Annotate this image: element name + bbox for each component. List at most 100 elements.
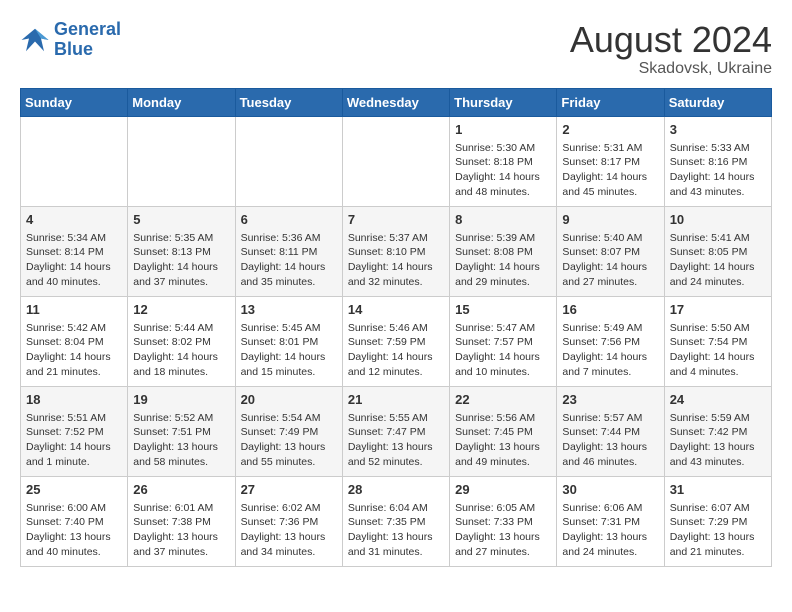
day-info: Sunrise: 5:34 AM Sunset: 8:14 PM Dayligh…	[26, 231, 122, 290]
day-number: 2	[562, 121, 658, 139]
day-number: 8	[455, 211, 551, 229]
day-number: 15	[455, 301, 551, 319]
day-cell: 4Sunrise: 5:34 AM Sunset: 8:14 PM Daylig…	[21, 206, 128, 296]
day-cell: 10 Sunrise: 5:41 AM Sunset: 8:05 PM Dayli…	[664, 206, 771, 296]
day-number: 31	[670, 481, 766, 499]
day-number: 13	[241, 301, 337, 319]
day-info: Sunrise: 5:55 AM Sunset: 7:47 PM Dayligh…	[348, 411, 444, 470]
day-cell: 1Sunrise: 5:30 AM Sunset: 8:18 PM Daylig…	[450, 116, 557, 206]
day-info: Sunrise: 5:33 AM Sunset: 8:16 PM Dayligh…	[670, 141, 766, 200]
day-info: Sunrise: 6:05 AM Sunset: 7:33 PM Dayligh…	[455, 501, 551, 560]
day-info: Sunrise: 5:59 AM Sunset: 7:42 PM Dayligh…	[670, 411, 766, 470]
day-cell	[342, 116, 449, 206]
calendar-table: SundayMondayTuesdayWednesdayThursdayFrid…	[20, 88, 772, 567]
day-info: Sunrise: 5:46 AM Sunset: 7:59 PM Dayligh…	[348, 321, 444, 380]
day-number: 26	[133, 481, 229, 499]
day-number: 10	[670, 211, 766, 229]
logo-icon	[20, 25, 50, 55]
day-info: Sunrise: 5:42 AM Sunset: 8:04 PM Dayligh…	[26, 321, 122, 380]
day-number: 7	[348, 211, 444, 229]
day-number: 18	[26, 391, 122, 409]
day-cell: 2 Sunrise: 5:31 AM Sunset: 8:17 PM Daylig…	[557, 116, 664, 206]
day-cell: 23 Sunrise: 5:57 AM Sunset: 7:44 PM Dayli…	[557, 386, 664, 476]
logo-general: General	[54, 19, 121, 39]
day-info: Sunrise: 5:37 AM Sunset: 8:10 PM Dayligh…	[348, 231, 444, 290]
day-cell: 18 Sunrise: 5:51 AM Sunset: 7:52 PM Dayli…	[21, 386, 128, 476]
header-thursday: Thursday	[450, 88, 557, 116]
day-cell: 26 Sunrise: 6:01 AM Sunset: 7:38 PM Dayli…	[128, 476, 235, 566]
day-cell: 8 Sunrise: 5:39 AM Sunset: 8:08 PM Daylig…	[450, 206, 557, 296]
day-info: Sunrise: 5:51 AM Sunset: 7:52 PM Dayligh…	[26, 411, 122, 470]
day-number: 19	[133, 391, 229, 409]
day-cell: 22Sunrise: 5:56 AM Sunset: 7:45 PM Dayli…	[450, 386, 557, 476]
day-number: 30	[562, 481, 658, 499]
day-number: 5	[133, 211, 229, 229]
day-info: Sunrise: 5:45 AM Sunset: 8:01 PM Dayligh…	[241, 321, 337, 380]
week-row-2: 4Sunrise: 5:34 AM Sunset: 8:14 PM Daylig…	[21, 206, 772, 296]
logo-text: General Blue	[54, 20, 121, 60]
day-cell: 24 Sunrise: 5:59 AM Sunset: 7:42 PM Dayli…	[664, 386, 771, 476]
day-cell: 19 Sunrise: 5:52 AM Sunset: 7:51 PM Dayli…	[128, 386, 235, 476]
day-cell: 15 Sunrise: 5:47 AM Sunset: 7:57 PM Dayli…	[450, 296, 557, 386]
day-info: Sunrise: 5:47 AM Sunset: 7:57 PM Dayligh…	[455, 321, 551, 380]
day-number: 9	[562, 211, 658, 229]
day-cell: 13 Sunrise: 5:45 AM Sunset: 8:01 PM Dayli…	[235, 296, 342, 386]
day-number: 3	[670, 121, 766, 139]
day-number: 24	[670, 391, 766, 409]
title-block: August 2024 Skadovsk, Ukraine	[570, 20, 772, 78]
day-info: Sunrise: 6:02 AM Sunset: 7:36 PM Dayligh…	[241, 501, 337, 560]
day-number: 20	[241, 391, 337, 409]
day-info: Sunrise: 5:41 AM Sunset: 8:05 PM Dayligh…	[670, 231, 766, 290]
week-row-4: 18 Sunrise: 5:51 AM Sunset: 7:52 PM Dayli…	[21, 386, 772, 476]
day-cell: 21 Sunrise: 5:55 AM Sunset: 7:47 PM Dayli…	[342, 386, 449, 476]
day-info: Sunrise: 5:30 AM Sunset: 8:18 PM Dayligh…	[455, 141, 551, 200]
header-friday: Friday	[557, 88, 664, 116]
day-number: 6	[241, 211, 337, 229]
day-number: 11	[26, 301, 122, 319]
day-cell: 25 Sunrise: 6:00 AM Sunset: 7:40 PM Dayli…	[21, 476, 128, 566]
day-cell: 30 Sunrise: 6:06 AM Sunset: 7:31 PM Dayli…	[557, 476, 664, 566]
header-tuesday: Tuesday	[235, 88, 342, 116]
calendar-header-row: SundayMondayTuesdayWednesdayThursdayFrid…	[21, 88, 772, 116]
day-info: Sunrise: 5:40 AM Sunset: 8:07 PM Dayligh…	[562, 231, 658, 290]
day-cell: 14Sunrise: 5:46 AM Sunset: 7:59 PM Dayli…	[342, 296, 449, 386]
subtitle: Skadovsk, Ukraine	[570, 60, 772, 78]
day-number: 17	[670, 301, 766, 319]
day-cell: 27 Sunrise: 6:02 AM Sunset: 7:36 PM Dayli…	[235, 476, 342, 566]
day-cell: 3 Sunrise: 5:33 AM Sunset: 8:16 PM Daylig…	[664, 116, 771, 206]
day-cell: 16 Sunrise: 5:49 AM Sunset: 7:56 PM Dayli…	[557, 296, 664, 386]
day-cell: 29 Sunrise: 6:05 AM Sunset: 7:33 PM Dayli…	[450, 476, 557, 566]
day-cell	[128, 116, 235, 206]
day-number: 12	[133, 301, 229, 319]
week-row-3: 11 Sunrise: 5:42 AM Sunset: 8:04 PM Dayli…	[21, 296, 772, 386]
day-info: Sunrise: 5:44 AM Sunset: 8:02 PM Dayligh…	[133, 321, 229, 380]
header-monday: Monday	[128, 88, 235, 116]
day-cell: 9 Sunrise: 5:40 AM Sunset: 8:07 PM Daylig…	[557, 206, 664, 296]
day-info: Sunrise: 5:31 AM Sunset: 8:17 PM Dayligh…	[562, 141, 658, 200]
day-number: 21	[348, 391, 444, 409]
day-cell: 17 Sunrise: 5:50 AM Sunset: 7:54 PM Dayli…	[664, 296, 771, 386]
day-info: Sunrise: 5:50 AM Sunset: 7:54 PM Dayligh…	[670, 321, 766, 380]
day-info: Sunrise: 5:52 AM Sunset: 7:51 PM Dayligh…	[133, 411, 229, 470]
day-cell	[235, 116, 342, 206]
day-info: Sunrise: 5:39 AM Sunset: 8:08 PM Dayligh…	[455, 231, 551, 290]
day-info: Sunrise: 5:36 AM Sunset: 8:11 PM Dayligh…	[241, 231, 337, 290]
day-info: Sunrise: 6:04 AM Sunset: 7:35 PM Dayligh…	[348, 501, 444, 560]
header-wednesday: Wednesday	[342, 88, 449, 116]
day-number: 28	[348, 481, 444, 499]
day-info: Sunrise: 5:57 AM Sunset: 7:44 PM Dayligh…	[562, 411, 658, 470]
day-number: 25	[26, 481, 122, 499]
day-cell: 11 Sunrise: 5:42 AM Sunset: 8:04 PM Dayli…	[21, 296, 128, 386]
day-info: Sunrise: 6:00 AM Sunset: 7:40 PM Dayligh…	[26, 501, 122, 560]
day-info: Sunrise: 6:06 AM Sunset: 7:31 PM Dayligh…	[562, 501, 658, 560]
day-number: 29	[455, 481, 551, 499]
day-number: 27	[241, 481, 337, 499]
day-number: 16	[562, 301, 658, 319]
day-info: Sunrise: 5:35 AM Sunset: 8:13 PM Dayligh…	[133, 231, 229, 290]
logo: General Blue	[20, 20, 121, 60]
day-number: 23	[562, 391, 658, 409]
day-cell: 6 Sunrise: 5:36 AM Sunset: 8:11 PM Daylig…	[235, 206, 342, 296]
day-cell: 31Sunrise: 6:07 AM Sunset: 7:29 PM Dayli…	[664, 476, 771, 566]
day-info: Sunrise: 6:01 AM Sunset: 7:38 PM Dayligh…	[133, 501, 229, 560]
day-info: Sunrise: 5:49 AM Sunset: 7:56 PM Dayligh…	[562, 321, 658, 380]
